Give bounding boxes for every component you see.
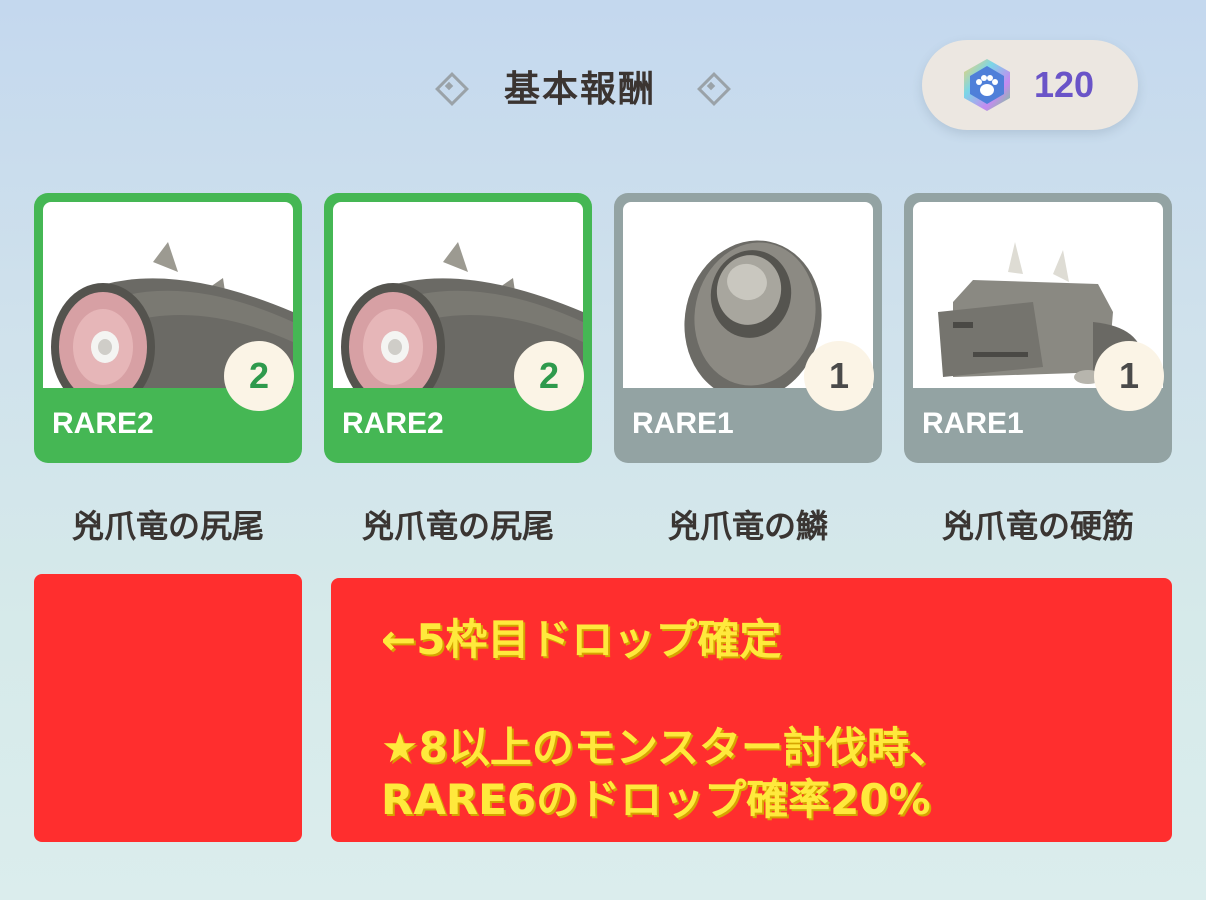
diamond-ornament-icon: [698, 73, 724, 99]
item-name: 兇爪竜の尻尾: [361, 507, 554, 545]
annotation-line-1: ←5枠目ドロップ確定: [381, 615, 782, 664]
reward-card[interactable]: 1 RARE1: [904, 193, 1172, 463]
rarity-label: RARE1: [922, 407, 1024, 440]
reward-card[interactable]: 2 RARE2: [34, 193, 302, 463]
diamond-ornament-icon: [436, 73, 462, 99]
hidden-fifth-slot-overlay: [34, 574, 302, 842]
rarity-label: RARE1: [632, 407, 734, 440]
item-name: 兇爪竜の硬筋: [941, 507, 1134, 545]
currency-badge[interactable]: 120: [922, 40, 1138, 130]
quantity-badge: 1: [1094, 341, 1164, 411]
item-name: 兇爪竜の鱗: [667, 507, 828, 545]
reward-card[interactable]: 1 RARE1: [614, 193, 882, 463]
paw-gem-icon: [964, 59, 1010, 111]
annotation-line-3: RARE6のドロップ確率20%: [381, 775, 931, 824]
quantity-badge: 2: [224, 341, 294, 411]
title-group: 基本報酬: [436, 64, 724, 110]
page-title: 基本報酬: [504, 69, 657, 110]
annotation-overlay: ←5枠目ドロップ確定 ★8以上のモンスター討伐時、 RARE6のドロップ確率20…: [331, 578, 1172, 842]
item-name: 兇爪竜の尻尾: [71, 507, 264, 545]
reward-header: 基本報酬 120: [0, 40, 1206, 130]
rarity-label: RARE2: [342, 407, 444, 440]
reward-card[interactable]: 2 RARE2: [324, 193, 592, 463]
quantity-badge: 1: [804, 341, 874, 411]
rarity-label: RARE2: [52, 407, 154, 440]
quantity-badge: 2: [514, 341, 584, 411]
currency-value: 120: [1034, 64, 1095, 105]
